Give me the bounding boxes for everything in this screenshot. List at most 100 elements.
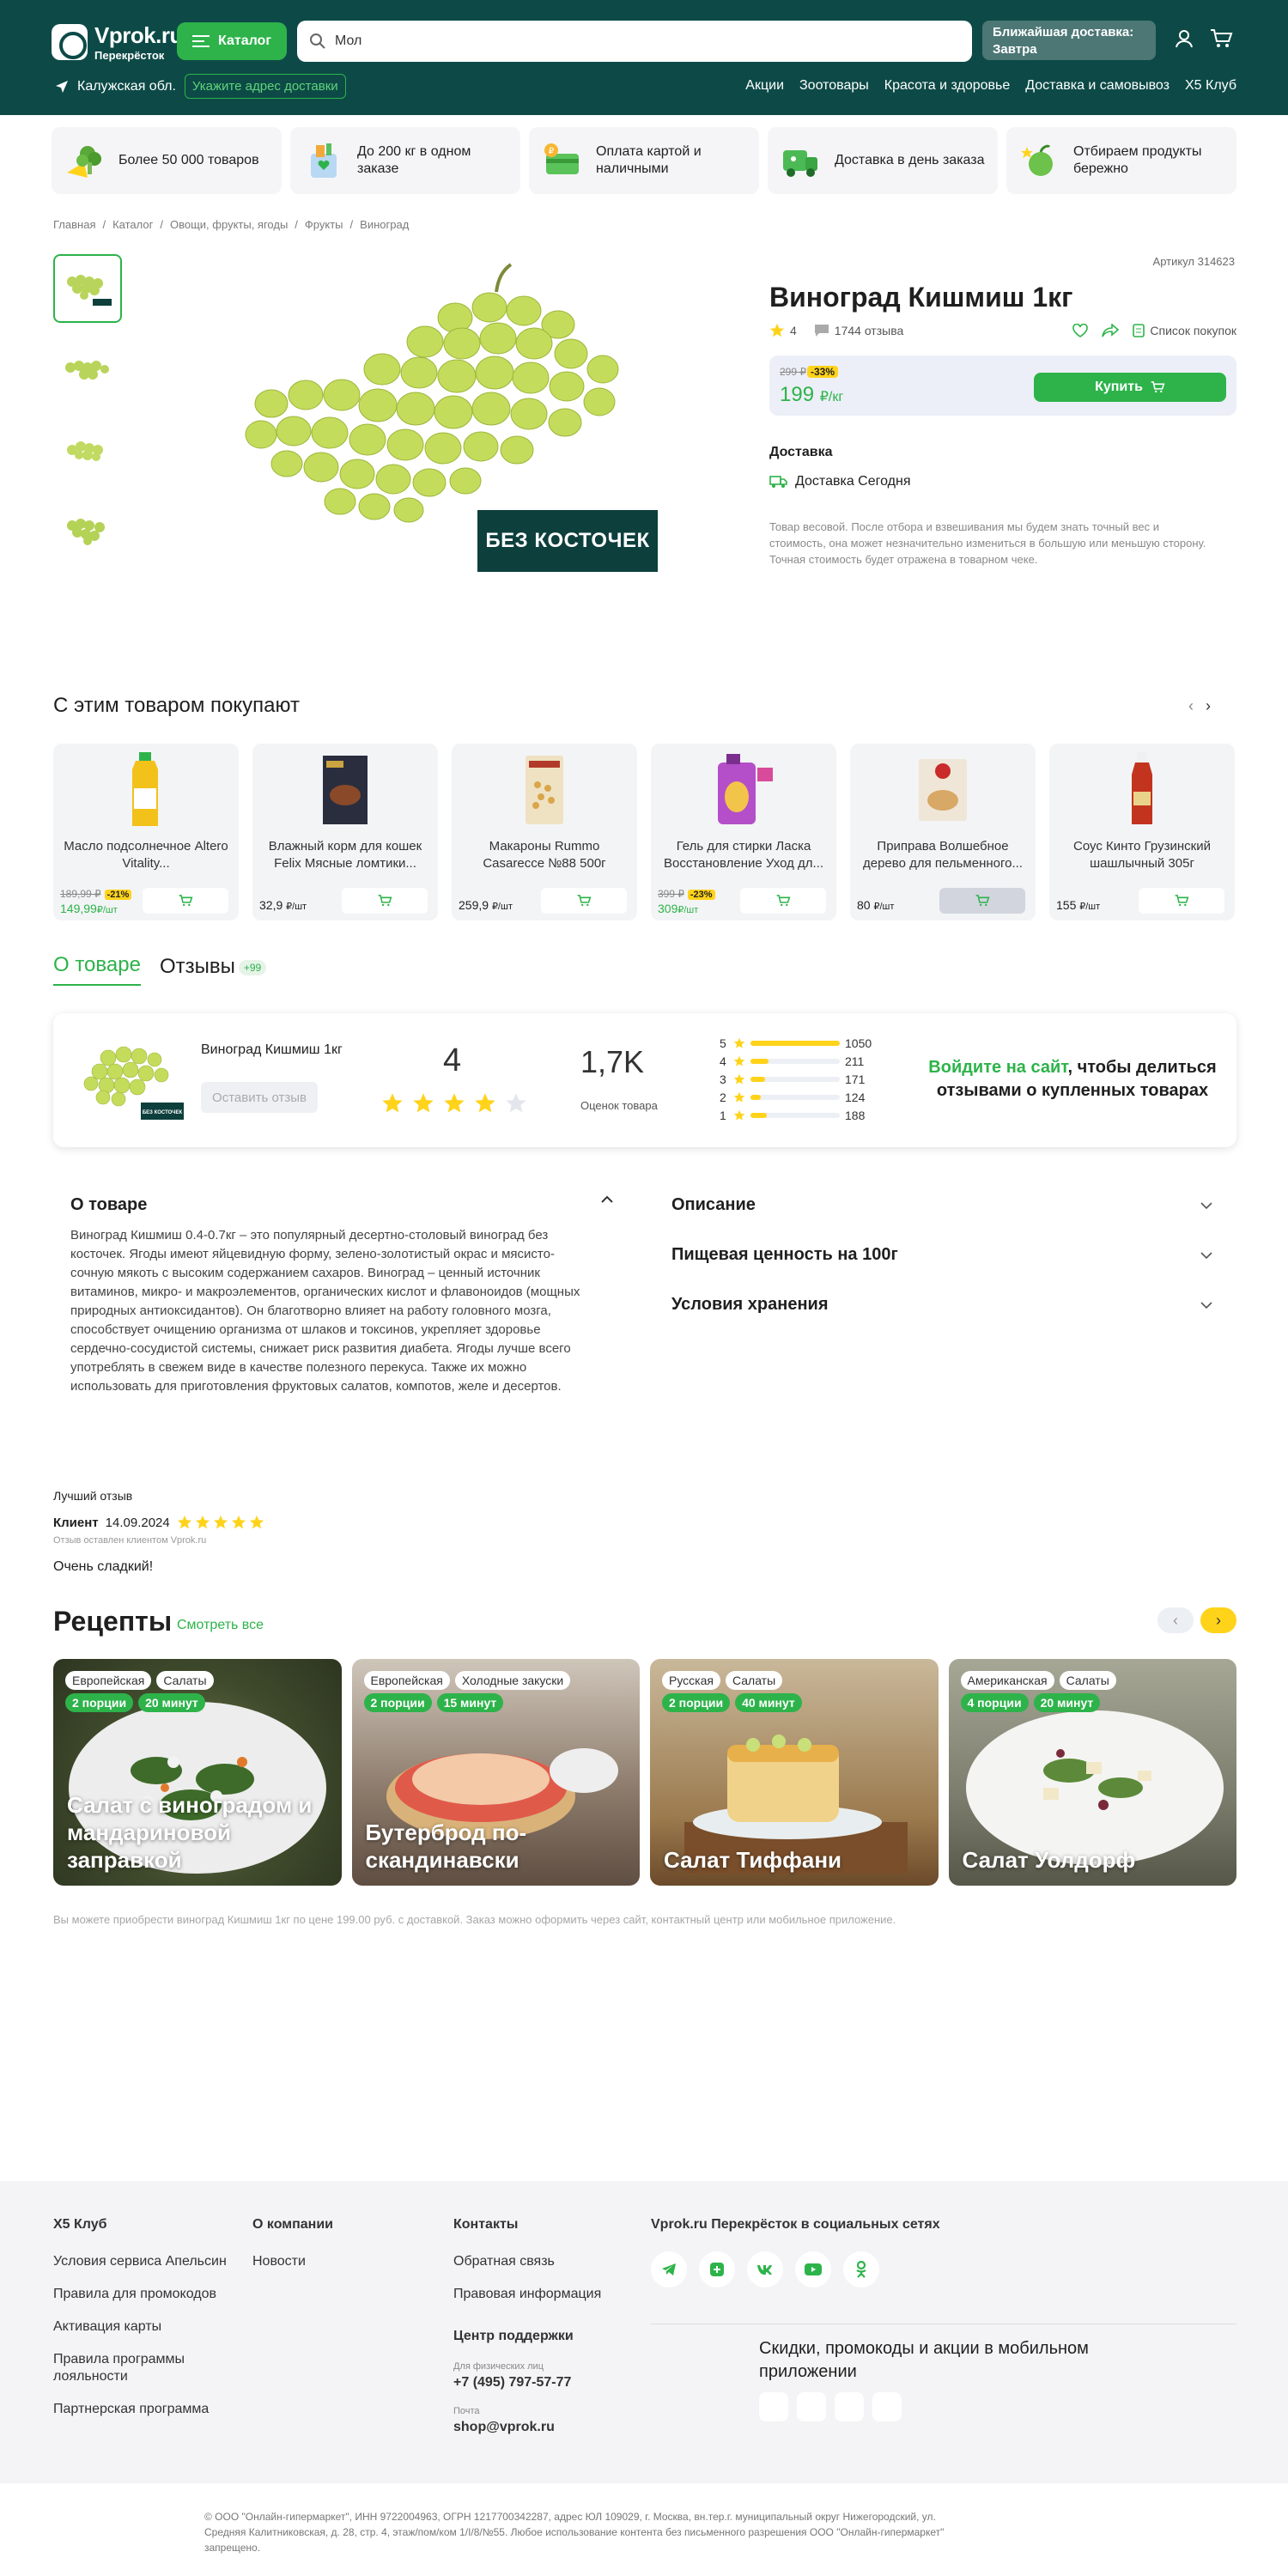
accordion-nutrition[interactable]: Пищевая ценность на 100г — [671, 1245, 1212, 1265]
image-thumbnails — [53, 254, 122, 577]
tab-reviews-label: Отзывы — [159, 955, 235, 978]
breadcrumb-item[interactable]: Фрукты — [305, 218, 343, 231]
product-thumbnail: БЕЗ КОСТОЧЕК — [83, 1046, 184, 1120]
add-to-cart-button[interactable] — [342, 888, 428, 914]
footer-link[interactable]: Партнерская программа — [53, 2401, 234, 2418]
list-icon[interactable] — [1133, 324, 1145, 337]
add-to-cart-button[interactable] — [740, 888, 826, 914]
shopping-list-link[interactable]: Список покупок — [1150, 324, 1236, 337]
cart-icon[interactable] — [1209, 27, 1233, 50]
chevron-right-icon[interactable]: › — [1206, 697, 1211, 715]
address-button[interactable]: Укажите адрес доставки — [184, 74, 346, 99]
product-card[interactable]: Соус Кинто Грузинский шашлычный 305г 155… — [1049, 744, 1235, 920]
category-tag: Салаты — [725, 1671, 783, 1690]
add-to-cart-button[interactable] — [939, 888, 1025, 914]
article-number: Артикул 314623 — [1152, 255, 1235, 268]
feature-label: До 200 кг в одном заказе — [357, 144, 471, 176]
nav-item-x5club[interactable]: X5 Клуб — [1185, 78, 1236, 94]
rustore-icon[interactable] — [872, 2392, 902, 2421]
nav-item-beauty[interactable]: Красота и здоровье — [884, 78, 1010, 94]
chevron-right-icon[interactable]: › — [1200, 1607, 1236, 1633]
breadcrumb-item[interactable]: Виноград — [360, 218, 409, 231]
region-label[interactable]: Калужская обл. — [77, 79, 176, 94]
product-card[interactable]: Масло подсолнечное Altero Vitality... 18… — [53, 744, 239, 920]
histogram-count: 188 — [845, 1108, 866, 1122]
footer-link[interactable]: Активация карты — [53, 2318, 234, 2336]
see-all-link[interactable]: Смотреть все — [177, 1618, 264, 1633]
share-icon[interactable] — [1102, 324, 1120, 337]
breadcrumb-item[interactable]: Овощи, фрукты, ягоды — [170, 218, 288, 231]
feature-item[interactable]: Отбираем продукты бережно — [1006, 127, 1236, 194]
footer-link[interactable]: Условия сервиса Апельсин — [53, 2253, 234, 2270]
tab-reviews[interactable]: Отзывы +99 — [159, 955, 267, 986]
thumbnail[interactable] — [53, 496, 122, 565]
recipe-card[interactable]: Европейская Салаты 2 порции 20 минут Салат… — [53, 1659, 342, 1886]
recipe-card[interactable]: Американская Салаты 4 порции 20 минут Сала… — [948, 1659, 1236, 1886]
buy-button[interactable]: Купить — [1034, 373, 1226, 402]
heart-icon[interactable] — [1072, 324, 1089, 337]
search-bar[interactable] — [297, 21, 972, 62]
user-icon[interactable] — [1173, 27, 1195, 50]
logo[interactable]: Vprok.ru Перекрёсток — [52, 22, 183, 62]
footer-link[interactable]: Обратная связь — [453, 2253, 634, 2270]
nearest-delivery[interactable]: Ближайшая доставка: Завтра — [982, 21, 1156, 60]
footer-link[interactable]: Правила для промокодов — [53, 2286, 234, 2303]
nav-item-promo[interactable]: Акции — [745, 78, 784, 94]
tab-about[interactable]: О товаре — [53, 953, 141, 986]
histogram-bar — [750, 1094, 840, 1100]
nav-item-pets[interactable]: Зоотовары — [799, 78, 869, 94]
average-rating: 4 — [443, 1042, 462, 1078]
app-gallery-icon[interactable] — [835, 2392, 864, 2421]
footer-col-title: Контакты — [453, 2217, 519, 2232]
reviews-link[interactable]: 1744 отзыва — [835, 324, 903, 337]
recipe-card[interactable]: Европейская Холодные закуски 2 порции 15 м… — [351, 1659, 640, 1886]
google-play-icon[interactable] — [797, 2392, 826, 2421]
feature-item[interactable]: Доставка в день заказа — [768, 127, 998, 194]
messenger-icon[interactable] — [699, 2251, 735, 2287]
catalog-button[interactable]: Каталог — [177, 22, 287, 60]
search-input[interactable] — [335, 33, 936, 49]
vk-icon[interactable] — [747, 2251, 783, 2287]
feature-item[interactable]: Более 50 000 товаров — [52, 127, 282, 194]
accordion-description[interactable]: Описание — [671, 1195, 1212, 1215]
accordion-storage[interactable]: Условия хранения — [671, 1295, 1212, 1315]
thumbnail[interactable] — [53, 335, 122, 404]
review-author-row: Клиент 14.09.2024 — [53, 1515, 264, 1530]
odnoklassniki-icon[interactable] — [843, 2251, 879, 2287]
nav-item-delivery[interactable]: Доставка и самовывоз — [1025, 78, 1170, 94]
chevron-left-icon[interactable]: ‹ — [1157, 1607, 1194, 1633]
add-to-cart-button[interactable] — [541, 888, 627, 914]
phone-number[interactable]: +7 (495) 797-57-77 — [453, 2375, 634, 2391]
mail-address[interactable]: shop@vprok.ru — [453, 2420, 634, 2435]
breadcrumb-item[interactable]: Главная — [53, 218, 95, 231]
feature-item[interactable]: ₽ Оплата картой и наличными — [529, 127, 759, 194]
chevron-up-icon[interactable] — [601, 1195, 613, 1204]
card-price: 32,9 ₽/шт — [259, 898, 307, 914]
youtube-icon[interactable] — [795, 2251, 831, 2287]
thumbnail[interactable] — [53, 416, 122, 484]
logo-mark-icon — [52, 24, 88, 60]
feature-item[interactable]: До 200 кг в одном заказе — [290, 127, 520, 194]
chevron-left-icon[interactable]: ‹ — [1188, 697, 1194, 715]
histogram-bar — [750, 1058, 840, 1064]
recipe-card[interactable]: Русская Салаты 2 порции 40 минут Салат Тиф… — [650, 1659, 939, 1886]
telegram-icon[interactable] — [651, 2251, 687, 2287]
product-card[interactable]: Гель для стирки Ласка Восстановление Ухо… — [651, 744, 836, 920]
footer-link[interactable]: Новости — [252, 2253, 424, 2270]
footer-link[interactable]: Правила программы лояльности — [53, 2351, 234, 2385]
leave-review-button[interactable]: Оставить отзыв — [201, 1082, 318, 1113]
product-card[interactable]: Макароны Rummo Casarecce №88 500г 259,9 … — [452, 744, 637, 920]
add-to-cart-button[interactable] — [143, 888, 228, 914]
add-to-cart-button[interactable] — [1139, 888, 1224, 914]
about-title[interactable]: О товаре — [70, 1195, 147, 1215]
breadcrumb-item[interactable]: Каталог — [112, 218, 153, 231]
thumbnail[interactable] — [53, 254, 122, 323]
product-card[interactable]: Приправа Волшебное дерево для пельменног… — [850, 744, 1036, 920]
product-card[interactable]: Влажный корм для кошек Felix Мясные ломт… — [252, 744, 438, 920]
footer-link[interactable]: Правовая информация — [453, 2286, 634, 2303]
histogram-count: 171 — [845, 1072, 866, 1086]
time-tag: 20 минут — [1033, 1693, 1101, 1712]
app-store-icon[interactable] — [759, 2392, 788, 2421]
login-link[interactable]: Войдите на сайт — [928, 1058, 1067, 1077]
card-name: Масло подсолнечное Altero Vitality... — [64, 839, 228, 871]
